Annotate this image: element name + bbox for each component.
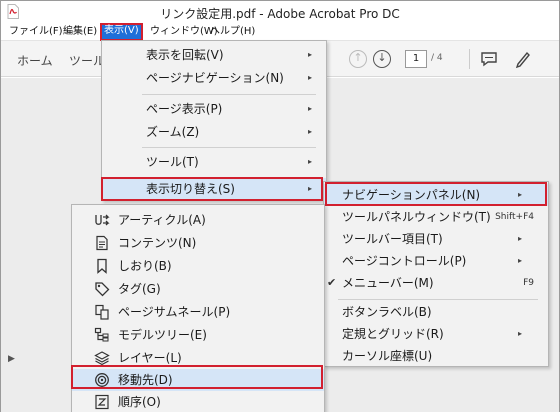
menu-edit[interactable]: 編集(E): [61, 24, 99, 40]
menu-item-tags[interactable]: タグ(G): [72, 278, 324, 300]
highlight-navigation-panel: [325, 182, 547, 206]
previous-page-icon[interactable]: ↑: [349, 50, 367, 68]
shortcut-label: F9: [523, 278, 534, 288]
menu-separator: [142, 147, 316, 148]
menu-item-tool-panel-window[interactable]: ツールパネルウィンドウ(T) Shift+F4: [324, 206, 548, 228]
content-icon: [96, 235, 108, 251]
menu-item-menu-bar[interactable]: ✔ メニューバー(M) F9: [324, 272, 548, 294]
show-hide-submenu: ナビゲーションパネル(N) ▸ ツールパネルウィンドウ(T) Shift+F4 …: [323, 181, 549, 367]
submenu-arrow-icon: ▸: [517, 234, 522, 243]
tab-tools[interactable]: ツール: [69, 52, 105, 69]
panel-expand-icon[interactable]: ▶: [8, 354, 15, 364]
shortcut-label: Shift+F4: [495, 212, 534, 222]
highlight-show-hide: [101, 177, 323, 201]
model-tree-icon: [94, 327, 109, 342]
menu-item-button-labels[interactable]: ボタンラベル(B): [324, 301, 548, 323]
menu-item-tools[interactable]: ツール(T) ▸: [102, 151, 326, 173]
menu-item-page-display[interactable]: ページ表示(P) ▸: [102, 98, 326, 120]
next-page-icon[interactable]: ↓: [373, 50, 391, 68]
submenu-arrow-icon: ▸: [307, 50, 312, 59]
pen-icon[interactable]: [513, 49, 533, 69]
menu-item-articles[interactable]: アーティクル(A): [72, 209, 324, 231]
toolbar-divider: [469, 49, 470, 69]
menu-separator: [142, 94, 316, 95]
submenu-arrow-icon: ▸: [307, 157, 312, 166]
menu-item-page-navigation[interactable]: ページナビゲーション(N) ▸: [102, 67, 326, 89]
order-icon: [95, 394, 109, 410]
app-window: リンク設定用.pdf - Adobe Acrobat Pro DC ファイル(F…: [0, 0, 560, 412]
window-title: リンク設定用.pdf - Adobe Acrobat Pro DC: [160, 7, 400, 21]
title-bar: リンク設定用.pdf - Adobe Acrobat Pro DC: [1, 1, 559, 23]
submenu-arrow-icon: ▸: [307, 104, 312, 113]
menu-item-order[interactable]: 順序(O): [72, 391, 324, 412]
menu-view[interactable]: 表示(V): [100, 23, 143, 41]
comment-icon[interactable]: [479, 49, 499, 69]
menu-item-content[interactable]: コンテンツ(N): [72, 232, 324, 254]
layers-icon: [94, 351, 110, 366]
menu-file[interactable]: ファイル(F): [7, 24, 65, 40]
checkmark-icon: ✔: [327, 276, 337, 289]
submenu-arrow-icon: ▸: [517, 256, 522, 265]
tag-icon: [95, 282, 110, 297]
submenu-arrow-icon: ▸: [307, 127, 312, 136]
menu-item-page-thumbnails[interactable]: ページサムネール(P): [72, 301, 324, 323]
menu-item-model-tree[interactable]: モデルツリー(E): [72, 324, 324, 346]
page-total: / 4: [431, 53, 443, 63]
menu-help[interactable]: ヘルプ(H): [208, 24, 257, 40]
page-thumbnail-icon: [95, 304, 109, 320]
menu-separator: [338, 299, 538, 300]
menu-item-cursor-coordinates[interactable]: カーソル座標(U): [324, 345, 548, 367]
submenu-arrow-icon: ▸: [517, 329, 522, 338]
bookmark-icon: [97, 258, 107, 274]
menu-item-rulers-grids[interactable]: 定規とグリッド(R) ▸: [324, 323, 548, 345]
submenu-arrow-icon: ▸: [307, 73, 312, 82]
menu-item-toolbar-items[interactable]: ツールバー項目(T) ▸: [324, 228, 548, 250]
article-icon: [95, 214, 110, 226]
menu-item-bookmarks[interactable]: しおり(B): [72, 255, 324, 277]
menu-item-page-controls[interactable]: ページコントロール(P) ▸: [324, 250, 548, 272]
menu-item-rotate-view[interactable]: 表示を回転(V) ▸: [102, 44, 326, 66]
tab-home[interactable]: ホーム: [17, 52, 53, 69]
menu-bar: ファイル(F) 編集(E) 表示(V) ウィンドウ(W) ヘルプ(H): [1, 23, 559, 41]
menu-item-zoom[interactable]: ズーム(Z) ▸: [102, 121, 326, 143]
page-number-input[interactable]: 1: [405, 50, 427, 68]
highlight-destinations: [71, 365, 323, 389]
